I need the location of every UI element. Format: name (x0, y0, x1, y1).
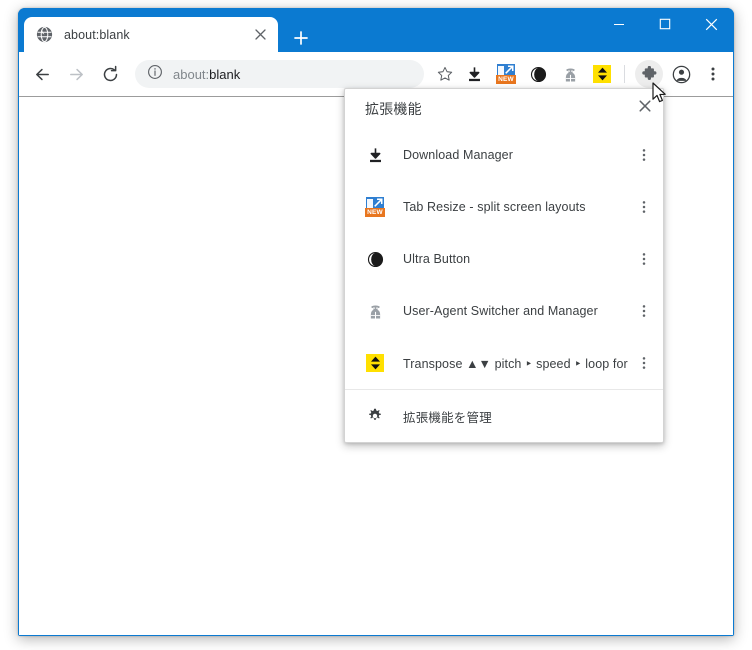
list-item-label: Ultra Button (403, 252, 471, 266)
url-rest: blank (209, 66, 241, 82)
new-badge: NEW (365, 208, 385, 217)
transpose-updown-icon (593, 65, 611, 83)
user-agent-switcher-icon (365, 301, 385, 321)
reload-button[interactable] (95, 59, 125, 89)
toolbar-ultra-button-icon[interactable] (524, 60, 552, 88)
url-scheme: about: (173, 66, 210, 82)
list-item-more-icon[interactable] (633, 142, 655, 168)
list-item-more-icon[interactable] (633, 298, 655, 324)
extensions-popup-title: 拡張機能 (365, 101, 422, 117)
list-item-label: Tab Resize - split screen layouts (403, 200, 586, 214)
window-close-button[interactable] (688, 8, 734, 40)
tab-resize-arrow (505, 65, 514, 74)
transpose-icon-graphic (366, 354, 384, 372)
download-arrow-icon (365, 145, 385, 165)
toolbar-transpose-icon[interactable] (588, 60, 616, 88)
new-tab-button[interactable] (288, 25, 314, 51)
window-maximize-button[interactable] (642, 8, 688, 40)
list-item[interactable]: Download Manager (345, 129, 663, 181)
new-badge: NEW (496, 75, 516, 84)
tab-resize-new-icon: NEW (496, 64, 516, 84)
address-bar[interactable]: about:blank (135, 60, 424, 88)
window-minimize-button[interactable] (596, 8, 642, 40)
extensions-popup: 拡張機能 Download Manager NEW Tab Resize - s… (344, 88, 664, 443)
list-item[interactable]: Transpose ▲▼ pitch ‣ speed ‣ loop for v (345, 337, 663, 389)
toolbar-tab-resize-icon[interactable]: NEW (492, 60, 520, 88)
extensions-popup-header: 拡張機能 (345, 89, 663, 129)
manage-extensions-item[interactable]: 拡張機能を管理 (345, 390, 663, 442)
tab-resize-new-icon-graphic: NEW (365, 197, 385, 217)
tab-strip: about:blank (18, 8, 734, 52)
list-item[interactable]: Ultra Button (345, 233, 663, 285)
toolbar-user-agent-switcher-icon[interactable] (556, 60, 584, 88)
list-item-label: Transpose ▲▼ pitch ‣ speed ‣ loop for v (403, 356, 631, 371)
globe-icon (36, 26, 53, 43)
transpose-updown-icon (365, 353, 385, 373)
back-button[interactable] (27, 59, 57, 89)
tab-close-icon[interactable] (250, 25, 270, 45)
info-circle-icon[interactable] (147, 64, 163, 85)
list-item-more-icon[interactable] (633, 194, 655, 220)
address-bar-text[interactable]: about:blank (173, 67, 414, 82)
extensions-popup-close-icon[interactable] (633, 94, 657, 118)
list-item-more-icon[interactable] (633, 246, 655, 272)
toolbar-separator (624, 65, 625, 83)
screen: about:blank about:blank NEW 拡張機能 Downloa… (0, 0, 752, 650)
forward-button[interactable] (61, 59, 91, 89)
bookmark-star-icon[interactable] (434, 63, 456, 85)
manage-extensions-label: 拡張機能を管理 (403, 410, 492, 425)
list-item-label: User-Agent Switcher and Manager (403, 304, 598, 318)
list-item[interactable]: NEW Tab Resize - split screen layouts (345, 181, 663, 233)
toolbar-download-manager-icon[interactable] (460, 60, 488, 88)
tab-resize-arrow (374, 198, 383, 207)
ultra-button-icon (365, 249, 385, 269)
list-item-more-icon[interactable] (633, 350, 655, 376)
tab-title: about:blank (64, 27, 130, 42)
list-item-label: Download Manager (403, 148, 513, 162)
browser-tab[interactable]: about:blank (24, 17, 278, 52)
extensions-puzzle-icon[interactable] (635, 60, 663, 88)
list-item[interactable]: User-Agent Switcher and Manager (345, 285, 663, 337)
tab-resize-new-icon: NEW (365, 197, 385, 217)
chrome-menu-icon[interactable] (699, 60, 727, 88)
profile-avatar-icon[interactable] (667, 60, 695, 88)
gear-icon (365, 406, 385, 426)
